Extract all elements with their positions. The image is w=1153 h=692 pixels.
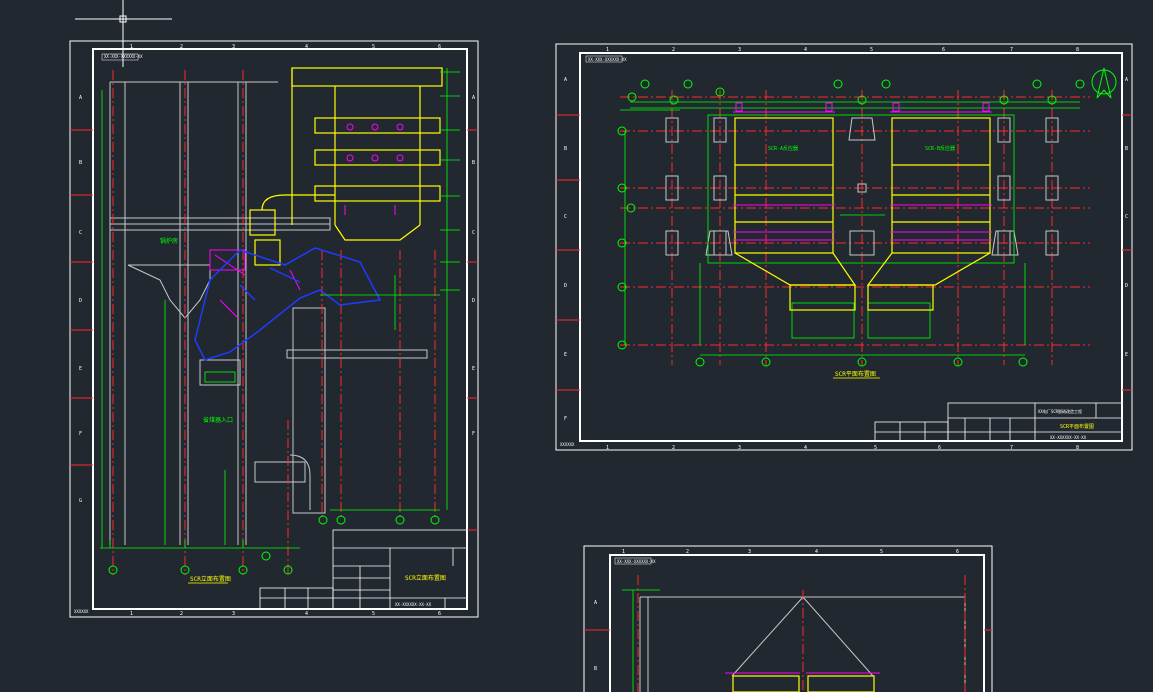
cad-drawing-canvas[interactable]: XX-XXX-XXXXXX-XX 锅炉房 省煤器入口 SCR立面布置图 SCR立… [0,0,1153,692]
svg-text:B: B [594,666,597,672]
svg-text:E: E [564,352,567,358]
svg-text:6: 6 [956,549,959,555]
label-economizer-inlet: 省煤器入口 [203,416,233,424]
svg-text:D: D [79,298,82,304]
svg-text:B: B [1125,146,1128,152]
svg-text:A: A [79,95,82,101]
svg-text:E: E [472,366,475,372]
svg-text:5: 5 [880,549,883,555]
svg-text:D: D [1125,283,1128,289]
svg-text:3: 3 [232,611,235,617]
svg-text:2: 2 [686,549,689,555]
svg-text:D: D [472,298,475,304]
reactor-b-label: SCR-B反应器 [925,145,955,152]
model-space-background [0,0,1153,692]
svg-text:E: E [1125,352,1128,358]
svg-text:C: C [472,230,475,236]
svg-text:4: 4 [305,44,308,50]
left-title-block-title: SCR立面布置图 [405,574,446,582]
svg-text:B: B [564,146,567,152]
svg-text:8: 8 [1076,47,1079,53]
svg-text:F: F [564,416,567,422]
reactor-a-label: SCR-A反应器 [768,145,798,152]
svg-text:C: C [79,230,82,236]
svg-text:A: A [472,95,475,101]
svg-text:7: 7 [1010,445,1013,451]
sheet-left-drawing-no: XX-XXX-XXXXXX-XX [104,54,143,59]
sheet-bottom-drawing-no: XX-XXX-XXXXXX-XX [617,559,656,564]
svg-text:5: 5 [372,44,375,50]
right-view-title: SCR平面布置图 [835,370,876,378]
svg-text:C: C [564,214,567,220]
svg-text:6: 6 [942,47,945,53]
svg-text:1: 1 [622,549,625,555]
svg-text:A: A [594,600,597,606]
right-title-block-project: XX电厂SCR脱硝改造工程 [1038,408,1082,414]
svg-text:1: 1 [606,445,609,451]
svg-text:1: 1 [130,44,133,50]
left-corner-note: XXXXXX [74,609,89,614]
svg-text:2: 2 [180,44,183,50]
svg-text:B: B [79,160,82,166]
svg-text:3: 3 [738,47,741,53]
svg-text:4: 4 [305,611,308,617]
sheet-right-drawing-no: XX-XXX-XXXXXX-XX [588,57,627,62]
svg-text:4: 4 [804,445,807,451]
right-title-block-drawing-no: XX-XXXXXX-XX-XX [1050,435,1087,440]
svg-text:8: 8 [1076,445,1079,451]
svg-text:F: F [472,431,475,437]
left-view-title: SCR立面布置图 [190,575,231,583]
svg-text:1: 1 [130,611,133,617]
svg-text:D: D [564,283,567,289]
svg-text:A: A [564,77,567,83]
svg-text:2: 2 [180,611,183,617]
svg-text:5: 5 [874,445,877,451]
svg-text:4: 4 [804,47,807,53]
left-title-block-drawing-no: XX-XXXXXX-XX-XX [395,602,432,607]
svg-text:3: 3 [738,445,741,451]
svg-text:6: 6 [438,611,441,617]
svg-text:3: 3 [232,44,235,50]
svg-text:3: 3 [748,549,751,555]
svg-text:6: 6 [938,445,941,451]
label-boiler-room: 锅炉房 [160,237,178,245]
svg-text:E: E [79,366,82,372]
svg-text:1: 1 [606,47,609,53]
svg-text:6: 6 [438,44,441,50]
svg-text:G: G [79,498,82,504]
svg-text:C: C [1125,214,1128,220]
svg-text:F: F [79,431,82,437]
svg-text:B: B [472,160,475,166]
svg-text:7: 7 [1010,47,1013,53]
svg-text:2: 2 [672,445,675,451]
svg-text:2: 2 [672,47,675,53]
right-corner-note: XXXXXX [560,442,575,447]
svg-text:5: 5 [372,611,375,617]
right-title-block-title: SCR平面布置图 [1060,423,1094,430]
svg-text:4: 4 [815,549,818,555]
svg-text:A: A [1125,77,1128,83]
svg-text:5: 5 [870,47,873,53]
